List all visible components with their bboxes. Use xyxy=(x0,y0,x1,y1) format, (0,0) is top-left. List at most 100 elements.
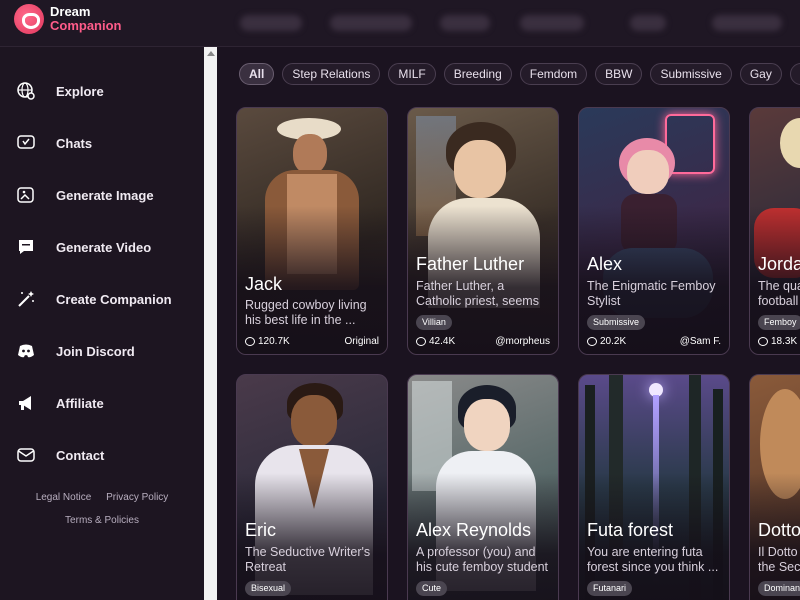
filter-chip-all[interactable]: All xyxy=(239,63,275,85)
sidebar-item-explore[interactable]: Explore xyxy=(16,79,104,103)
sidebar-item-chats[interactable]: Chats xyxy=(16,131,92,155)
card-description: Father Luther, a Catholic priest, seems … xyxy=(416,279,539,308)
footer-links: Legal Notice Privacy Policy xyxy=(0,492,204,503)
chat-bubble-icon xyxy=(758,337,768,346)
blurred-nav-item[interactable] xyxy=(440,15,490,31)
chat-count: 18.3K xyxy=(758,336,797,347)
portrait-face-image xyxy=(627,150,669,194)
filter-chip[interactable]: Step Relations xyxy=(282,63,381,85)
sidebar-item-label: Join Discord xyxy=(56,343,135,359)
blurred-nav-item[interactable] xyxy=(712,15,782,31)
sidebar-scrollbar[interactable] xyxy=(204,47,217,600)
chat-count: 20.2K xyxy=(587,336,626,347)
legal-notice-link[interactable]: Legal Notice xyxy=(36,492,92,503)
card-description: The Enigmatic Femboy Stylist xyxy=(587,279,716,308)
card-tag[interactable]: Futanari xyxy=(587,581,633,596)
card-name: Jack xyxy=(245,274,283,294)
filter-chip[interactable]: Breeding xyxy=(443,63,512,85)
chat-bubble-icon xyxy=(245,337,255,346)
heart-logo-icon xyxy=(14,4,44,34)
sidebar-item-generate-video[interactable]: Generate Video xyxy=(16,235,151,259)
companion-card[interactable]: Alex Reynolds A professor (you) and his … xyxy=(407,374,559,600)
companion-card[interactable]: Dotto Il Dotto the Sec Dominan xyxy=(749,374,800,600)
blurred-nav-item[interactable] xyxy=(630,15,666,31)
card-tag[interactable]: Villian xyxy=(416,315,452,330)
card-name: Dotto xyxy=(758,520,800,540)
portrait-face-image xyxy=(454,140,506,198)
card-description: Rugged cowboy living his best life in th… xyxy=(245,298,367,327)
blurred-nav-item[interactable] xyxy=(330,15,412,31)
discord-icon xyxy=(18,344,34,358)
card-name: Futa forest xyxy=(587,520,674,540)
card-description: The Seductive Writer's Retreat xyxy=(245,545,371,574)
portrait-face-image xyxy=(291,395,337,447)
card-name: Eric xyxy=(245,520,276,540)
card-name: Jorda xyxy=(758,254,800,274)
blurred-nav-item[interactable] xyxy=(240,15,302,31)
terms-policies-link[interactable]: Terms & Policies xyxy=(65,515,139,526)
globe-search-icon xyxy=(17,82,35,100)
card-description: Il Dotto the Sec xyxy=(758,545,800,574)
sidebar-item-affiliate[interactable]: Affiliate xyxy=(16,391,104,415)
chat-bubble-icon xyxy=(416,337,426,346)
card-name: Alex Reynolds xyxy=(416,520,532,540)
app-logo[interactable]: Dream Companion xyxy=(14,4,122,34)
megaphone-icon xyxy=(19,396,31,410)
filter-chip[interactable]: Gay xyxy=(739,63,782,85)
chat-count: 42.4K xyxy=(416,336,455,347)
top-bar: Dream Companion xyxy=(0,0,800,47)
blurred-nav-item[interactable] xyxy=(520,15,584,31)
sidebar-item-generate-image[interactable]: Generate Image xyxy=(16,183,154,207)
sidebar-item-create-companion[interactable]: Create Companion xyxy=(16,287,172,311)
sidebar-item-label: Affiliate xyxy=(56,395,104,411)
filter-chip[interactable]: Submissive xyxy=(650,63,732,85)
app-name-line1: Dream xyxy=(50,4,91,19)
card-name: Alex xyxy=(587,254,623,274)
card-creator[interactable]: @Sam F. xyxy=(680,336,721,347)
chat-count: 120.7K xyxy=(245,336,290,347)
video-chat-icon xyxy=(19,240,33,254)
card-tag[interactable]: Femboy xyxy=(758,315,800,330)
card-tag[interactable]: Dominan xyxy=(758,581,800,596)
filter-chip[interactable]: BBW xyxy=(595,63,643,85)
main-content: All Step Relations MILF Breeding Femdom … xyxy=(217,47,800,600)
mail-heart-icon xyxy=(17,448,35,462)
portrait-face-image xyxy=(293,134,327,174)
companion-card[interactable]: Jorda The qua football Femboy 18.3K xyxy=(749,107,800,355)
privacy-policy-link[interactable]: Privacy Policy xyxy=(106,492,168,503)
card-tag[interactable]: Cute xyxy=(416,581,448,596)
scroll-up-arrow-icon[interactable] xyxy=(207,51,215,56)
card-tag[interactable]: Bisexual xyxy=(245,581,292,596)
companion-card[interactable]: Jack Rugged cowboy living his best life … xyxy=(236,107,388,355)
filter-chip[interactable]: Femdom xyxy=(519,63,588,85)
app-name-line2: Companion xyxy=(50,18,122,33)
sidebar-item-contact[interactable]: Contact xyxy=(16,443,104,467)
sidebar-item-label: Explore xyxy=(56,83,104,99)
portrait-hair-image xyxy=(780,118,800,168)
sidebar-item-label: Generate Image xyxy=(56,187,154,203)
companion-card[interactable]: Father Luther Father Luther, a Catholic … xyxy=(407,107,559,355)
sidebar-item-label: Contact xyxy=(56,447,105,463)
portrait-face-image xyxy=(464,399,510,451)
card-description: A professor (you) and his cute femboy st… xyxy=(416,545,549,574)
footer-links-row2: Terms & Policies xyxy=(0,515,204,526)
magic-wand-icon xyxy=(18,291,34,307)
sidebar: Explore Chats Generate Image Generate Vi… xyxy=(0,47,204,600)
companion-card[interactable]: Eric The Seductive Writer's Retreat Bise… xyxy=(236,374,388,600)
companion-card[interactable]: Futa forest You are entering futa forest… xyxy=(578,374,730,600)
chat-heart-icon xyxy=(17,135,35,149)
card-description: The qua football xyxy=(758,279,800,308)
filter-chip[interactable]: MILF xyxy=(388,63,436,85)
card-tag[interactable]: Submissive xyxy=(587,315,646,330)
sidebar-item-label: Create Companion xyxy=(56,291,172,307)
card-description: You are entering futa forest since you t… xyxy=(587,545,719,574)
companion-card[interactable]: Alex The Enigmatic Femboy Stylist Submis… xyxy=(578,107,730,355)
sidebar-item-label: Chats xyxy=(56,135,93,151)
filter-chips: All Step Relations MILF Breeding Femdom … xyxy=(239,63,800,85)
sidebar-item-join-discord[interactable]: Join Discord xyxy=(16,339,135,363)
card-creator[interactable]: Original xyxy=(345,336,379,347)
card-name: Father Luther xyxy=(416,254,525,274)
card-creator[interactable]: @morpheus xyxy=(495,336,550,347)
filter-chip[interactable]: Cheat xyxy=(789,63,800,85)
sidebar-item-label: Generate Video xyxy=(56,239,152,255)
